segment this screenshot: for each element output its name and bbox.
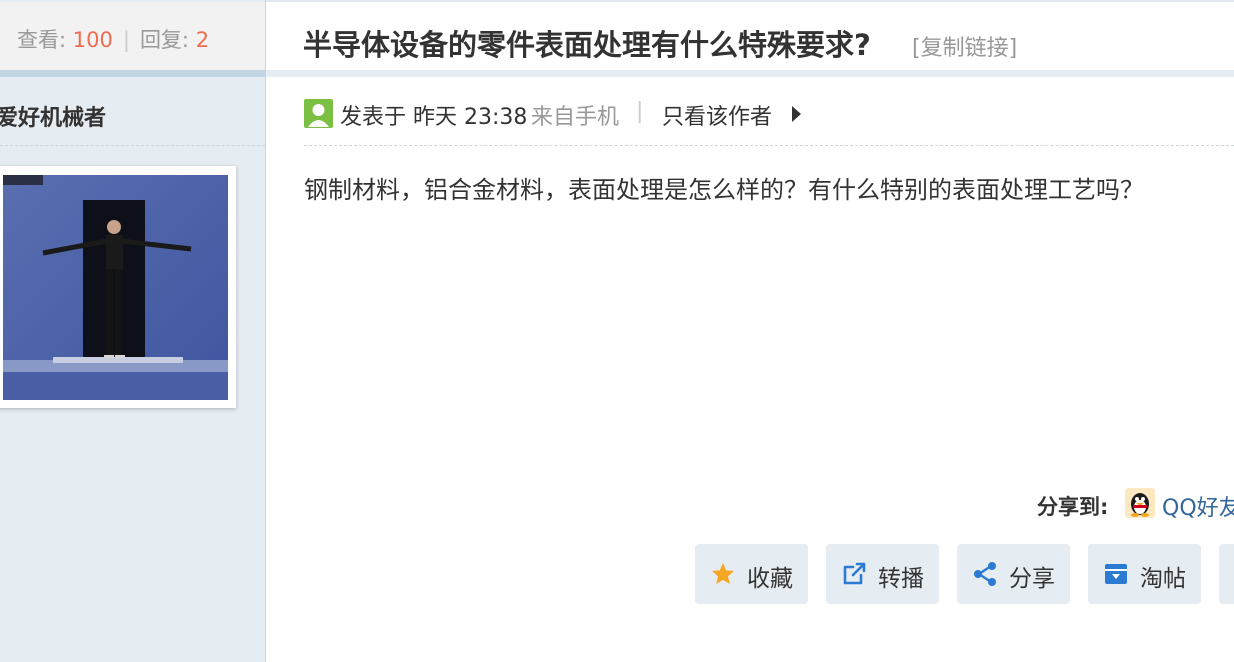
stats-separator: |	[122, 28, 130, 52]
meta-separator: |	[636, 99, 644, 124]
caret-right-icon[interactable]	[792, 106, 801, 122]
share-button[interactable]: 分享	[957, 544, 1070, 604]
star-icon	[710, 561, 736, 587]
collect-thread-label: 淘帖	[1140, 566, 1186, 592]
archive-box-icon	[1103, 561, 1129, 587]
favorite-label: 收藏	[747, 566, 793, 592]
author-name-link[interactable]: 爱好机械者	[0, 100, 106, 132]
thread-header: 半导体设备的零件表面处理有什么特殊要求? [复制链接]	[266, 2, 1234, 70]
replies-label: 回复:	[139, 28, 190, 52]
only-author-link[interactable]: 只看该作者	[662, 99, 772, 131]
share-icon	[972, 561, 998, 587]
header-divider	[266, 70, 1234, 77]
share-qq-link[interactable]: QQ好友	[1162, 490, 1234, 522]
post-source[interactable]: 来自手机	[531, 99, 619, 131]
replies-count: 2	[195, 28, 210, 52]
external-link-icon	[841, 561, 867, 587]
share-action-label: 分享	[1009, 566, 1055, 592]
share-label: 分享到:	[1037, 495, 1109, 519]
qq-penguin-icon[interactable]	[1125, 488, 1155, 518]
collect-thread-button[interactable]: 淘帖	[1088, 544, 1201, 604]
user-avatar-photo[interactable]	[3, 175, 228, 400]
post-stats: 查看: 100 | 回复: 2	[0, 2, 265, 70]
content-dashed-divider	[304, 145, 1234, 146]
post-content: 钢制材料，铝合金材料，表面处理是怎么样的？有什么特别的表面处理工艺吗？	[304, 176, 1144, 204]
online-user-icon	[304, 99, 333, 128]
sidebar-dashed-divider	[0, 145, 265, 146]
page-title: 半导体设备的零件表面处理有什么特殊要求?	[303, 28, 871, 62]
author-sidebar: 查看: 100 | 回复: 2 爱好机械者	[0, 0, 266, 662]
repost-button[interactable]: 转播	[826, 544, 939, 604]
avatar[interactable]	[0, 166, 236, 408]
views-count: 100	[72, 28, 113, 52]
copy-link-button[interactable]: [复制链接]	[912, 30, 1017, 62]
favorite-button[interactable]: 收藏	[695, 544, 808, 604]
views-label: 查看:	[17, 28, 67, 52]
sidebar-divider	[0, 70, 265, 77]
repost-label: 转播	[878, 566, 924, 592]
post-time: 发表于 昨天 23:38	[340, 105, 528, 130]
more-actions-button[interactable]	[1219, 544, 1234, 604]
